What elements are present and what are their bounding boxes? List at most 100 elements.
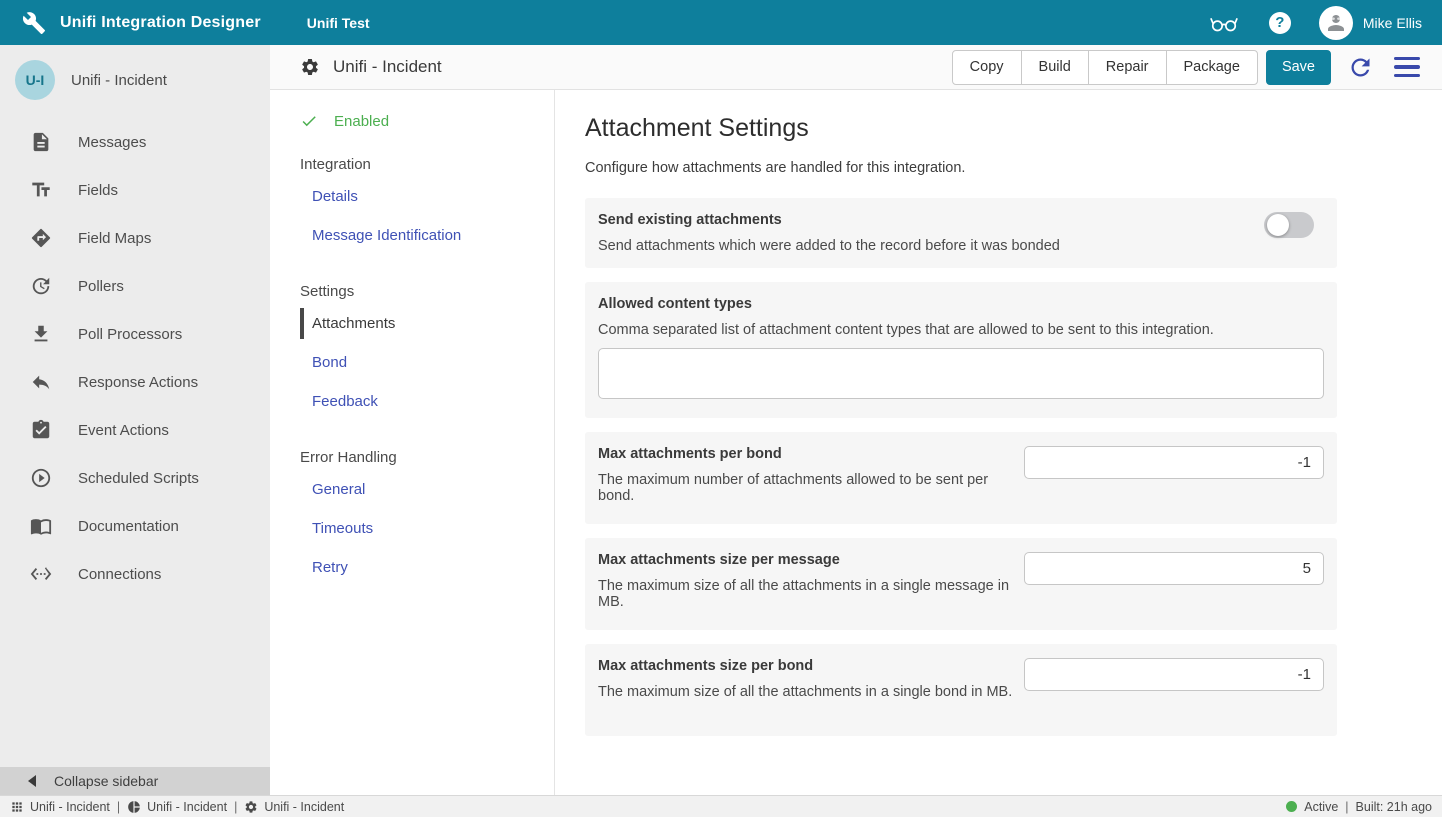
app-title: Unifi Integration Designer — [60, 14, 261, 32]
repair-button[interactable]: Repair — [1088, 50, 1167, 85]
setting-card-allowed-content-types: Allowed content types Comma separated li… — [585, 282, 1337, 418]
topbar: Unifi Integration Designer Unifi Test ? … — [0, 0, 1442, 45]
package-button[interactable]: Package — [1166, 50, 1258, 85]
allowed-content-types-input[interactable] — [598, 348, 1324, 399]
setting-description: The maximum number of attachments allowe… — [598, 472, 1024, 504]
sidebar-item-connections[interactable]: Connections — [0, 550, 270, 598]
play-circle-icon — [30, 467, 52, 489]
subnav-item-details[interactable]: Details — [300, 181, 358, 212]
sidebar-item-fields[interactable]: Fields — [0, 166, 270, 214]
environment-label: Unifi Test — [307, 15, 370, 31]
sidebar-item-messages[interactable]: Messages — [0, 118, 270, 166]
subnav-item-message-identification[interactable]: Message Identification — [300, 220, 461, 251]
subnav-item-general[interactable]: General — [300, 474, 365, 505]
sidebar-header: U-I Unifi - Incident — [0, 45, 270, 112]
statusbar-item-app[interactable]: Unifi - Incident — [10, 800, 110, 814]
user-avatar-icon — [1324, 11, 1348, 35]
sidebar-item-poll-processors[interactable]: Poll Processors — [0, 310, 270, 358]
sidebar-item-event-actions[interactable]: Event Actions — [0, 406, 270, 454]
help-icon[interactable]: ? — [1269, 12, 1291, 34]
record-header: Unifi - Incident Copy Build Repair Packa… — [270, 45, 1442, 90]
enabled-label: Enabled — [334, 113, 389, 130]
user-menu[interactable]: Mike Ellis — [1319, 6, 1422, 40]
active-status-label: Active — [1304, 800, 1338, 814]
max-attachments-size-per-message-input[interactable] — [1024, 552, 1324, 585]
main-content: Attachment Settings Configure how attach… — [555, 90, 1442, 795]
sidebar-item-pollers[interactable]: Pollers — [0, 262, 270, 310]
app-initials-avatar: U-I — [15, 60, 55, 100]
send-existing-attachments-toggle[interactable] — [1264, 212, 1314, 238]
text-fields-icon — [30, 179, 52, 201]
setting-card-max-attachments-size-per-bond: Max attachments size per bond The maximu… — [585, 644, 1337, 736]
setting-label: Max attachments per bond — [598, 446, 1024, 462]
max-attachments-per-bond-input[interactable] — [1024, 446, 1324, 479]
sidebar-app-name: Unifi - Incident — [71, 72, 167, 89]
record-title-text: Unifi - Incident — [333, 57, 442, 77]
sidebar-item-label: Poll Processors — [78, 326, 182, 343]
clipboard-check-icon — [30, 419, 52, 441]
sidebar-item-label: Event Actions — [78, 422, 169, 439]
statusbar-item-integration[interactable]: Unifi - Incident — [127, 800, 227, 814]
apps-grid-icon — [10, 800, 24, 814]
user-name: Mike Ellis — [1363, 15, 1422, 31]
toggle-knob — [1267, 214, 1289, 236]
separator: | — [1345, 800, 1348, 814]
collapse-label: Collapse sidebar — [54, 773, 158, 789]
subnav-item-bond[interactable]: Bond — [300, 347, 347, 378]
statusbar-item-label: Unifi - Incident — [30, 800, 110, 814]
setting-label: Max attachments size per message — [598, 552, 1024, 568]
setting-card-max-attachments-size-per-message: Max attachments size per message The max… — [585, 538, 1337, 630]
sidebar-item-label: Documentation — [78, 518, 179, 535]
record-title: Unifi - Incident — [300, 57, 442, 77]
glasses-icon[interactable] — [1209, 11, 1239, 35]
subnav-item-attachments[interactable]: Attachments — [300, 308, 395, 339]
max-attachments-size-per-bond-input[interactable] — [1024, 658, 1324, 691]
setting-description: The maximum size of all the attachments … — [598, 684, 1012, 700]
collapse-sidebar-button[interactable]: Collapse sidebar — [0, 767, 270, 795]
subnav-item-retry[interactable]: Retry — [300, 552, 348, 583]
sidebar-item-field-maps[interactable]: Field Maps — [0, 214, 270, 262]
setting-card-max-attachments-per-bond: Max attachments per bond The maximum num… — [585, 432, 1337, 524]
sidebar-item-scheduled-scripts[interactable]: Scheduled Scripts — [0, 454, 270, 502]
refresh-button[interactable] — [1347, 54, 1374, 81]
sidebar-menu: Messages Fields Field Maps Pollers Poll … — [0, 112, 270, 767]
download-icon — [30, 323, 52, 345]
sidebar-item-label: Messages — [78, 134, 146, 151]
hamburger-icon — [1394, 57, 1420, 61]
sidebar-item-label: Fields — [78, 182, 118, 199]
setting-description: Send attachments which were added to the… — [598, 238, 1060, 254]
section-title: Integration — [300, 156, 554, 173]
document-icon — [30, 131, 52, 153]
gear-icon — [300, 57, 320, 77]
setting-label: Max attachments size per bond — [598, 658, 1012, 674]
separator: | — [234, 800, 237, 814]
settings-subnav: Enabled Integration Details Message Iden… — [270, 90, 555, 795]
sidebar-item-documentation[interactable]: Documentation — [0, 502, 270, 550]
book-icon — [30, 515, 52, 537]
header-actions: Copy Build Repair Package Save — [952, 50, 1426, 85]
pie-chart-icon — [127, 800, 141, 814]
setting-description: Comma separated list of attachment conte… — [598, 322, 1324, 338]
sidebar-item-response-actions[interactable]: Response Actions — [0, 358, 270, 406]
gear-icon — [244, 800, 258, 814]
subnav-section-error-handling: Error Handling General Timeouts Retry — [300, 449, 554, 583]
refresh-icon — [1347, 54, 1374, 81]
directions-icon — [30, 227, 52, 249]
statusbar-item-label: Unifi - Incident — [147, 800, 227, 814]
statusbar-item-label: Unifi - Incident — [264, 800, 344, 814]
built-label: Built: 21h ago — [1356, 800, 1432, 814]
copy-button[interactable]: Copy — [952, 50, 1022, 85]
subnav-item-feedback[interactable]: Feedback — [300, 386, 378, 417]
setting-card-send-existing-attachments: Send existing attachments Send attachmen… — [585, 198, 1337, 268]
save-button[interactable]: Save — [1266, 50, 1331, 85]
subnav-section-settings: Settings Attachments Bond Feedback — [300, 283, 554, 417]
section-title: Settings — [300, 283, 554, 300]
subnav-item-timeouts[interactable]: Timeouts — [300, 513, 373, 544]
sidebar-item-label: Connections — [78, 566, 161, 583]
avatar — [1319, 6, 1353, 40]
build-button[interactable]: Build — [1021, 50, 1089, 85]
page-title: Attachment Settings — [585, 114, 1442, 143]
menu-button[interactable] — [1394, 57, 1420, 78]
sidebar: U-I Unifi - Incident Messages Fields Fie… — [0, 45, 270, 795]
statusbar-item-record[interactable]: Unifi - Incident — [244, 800, 344, 814]
